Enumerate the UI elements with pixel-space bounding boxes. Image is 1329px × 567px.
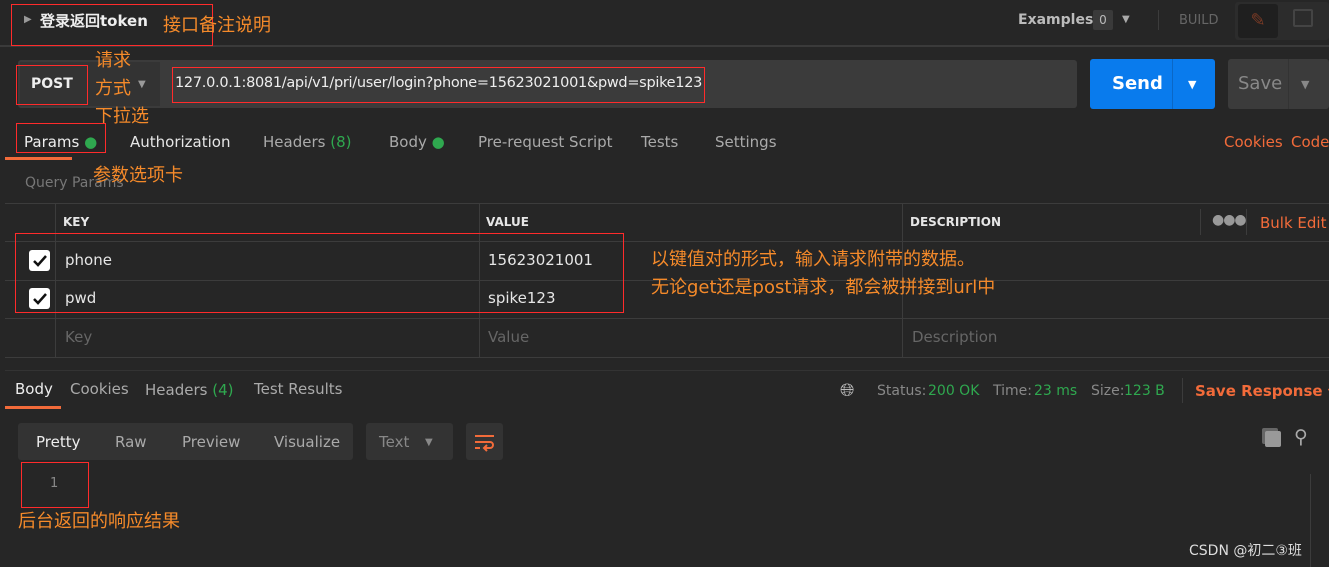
- description-header: DESCRIPTION: [910, 215, 1002, 229]
- view-visualize[interactable]: Visualize: [274, 433, 340, 451]
- tab-label: Headers: [263, 133, 326, 151]
- annotation-box-kv: [15, 233, 624, 313]
- view-pretty[interactable]: Pretty: [36, 433, 81, 451]
- more-options-icon[interactable]: ●●●: [1212, 212, 1247, 228]
- new-value-input[interactable]: Value: [488, 328, 529, 346]
- comments-icon[interactable]: [1293, 9, 1313, 27]
- build-label[interactable]: BUILD: [1179, 13, 1219, 28]
- cookies-link[interactable]: Cookies: [1224, 133, 1283, 151]
- active-tab-underline: [5, 157, 72, 160]
- time-value: 23 ms: [1034, 383, 1078, 399]
- examples-count: 0: [1093, 10, 1113, 30]
- examples-dropdown-icon[interactable]: ▼: [1122, 14, 1130, 25]
- response-tab-cookies[interactable]: Cookies: [70, 380, 129, 398]
- annotation-params: 参数选项卡: [93, 165, 183, 186]
- annotation-box-response: [21, 462, 89, 508]
- tab-settings[interactable]: Settings: [715, 133, 777, 151]
- response-tab-test-results[interactable]: Test Results: [254, 380, 342, 398]
- annotation-method: 方式: [95, 78, 131, 99]
- annotation-box-url: [172, 67, 705, 103]
- search-icon[interactable]: ⚲: [1294, 426, 1308, 448]
- response-tab-underline: [5, 406, 61, 409]
- new-key-input[interactable]: Key: [65, 328, 92, 346]
- save-label: Save: [1238, 73, 1283, 94]
- send-label: Send: [1112, 73, 1163, 94]
- copy-icon[interactable]: [1265, 431, 1281, 447]
- key-header: KEY: [63, 215, 90, 229]
- tab-pre-request-script[interactable]: Pre-request Script: [478, 133, 613, 151]
- annotation-box-params: [16, 123, 106, 153]
- save-response-button[interactable]: Save Response ▼: [1195, 382, 1329, 400]
- status-label: Status:: [877, 383, 927, 399]
- annotation-response: 后台返回的响应结果: [18, 511, 180, 532]
- method-dropdown-icon[interactable]: ▼: [138, 79, 146, 90]
- tab-authorization[interactable]: Authorization: [130, 133, 230, 151]
- tab-body[interactable]: Body ●: [389, 133, 445, 151]
- tab-label: Headers: [145, 381, 208, 399]
- code-link[interactable]: Code: [1291, 133, 1329, 151]
- headers-count: (4): [212, 381, 234, 399]
- watermark: CSDN @初二③班: [1189, 543, 1302, 559]
- status-value: 200 OK: [928, 383, 980, 399]
- examples-label[interactable]: Examples: [1018, 12, 1093, 28]
- annotation-name: 接口备注说明: [163, 15, 271, 36]
- view-preview[interactable]: Preview: [182, 433, 240, 451]
- tab-headers[interactable]: Headers (8): [263, 133, 351, 151]
- edit-pencil-icon[interactable]: ✎: [1238, 4, 1278, 38]
- response-tab-headers[interactable]: Headers (4): [145, 381, 233, 399]
- value-header: VALUE: [486, 215, 529, 229]
- format-dropdown-icon: ▼: [425, 437, 433, 448]
- annotation-kv: 以键值对的形式，输入请求附带的数据。: [651, 249, 975, 270]
- bulk-edit-link[interactable]: Bulk Edit: [1260, 214, 1326, 232]
- size-label: Size:: [1091, 383, 1125, 399]
- annotation-kv: 无论get还是post请求，都会被拼接到url中: [651, 277, 996, 298]
- save-dropdown-icon[interactable]: ▼: [1301, 78, 1309, 91]
- time-label: Time:: [993, 383, 1032, 399]
- body-active-dot: ●: [431, 133, 445, 151]
- tab-tests[interactable]: Tests: [641, 133, 678, 151]
- format-value: Text: [379, 433, 410, 451]
- view-raw[interactable]: Raw: [115, 433, 147, 451]
- send-dropdown-icon[interactable]: ▼: [1188, 78, 1196, 91]
- annotation-method: 请求: [95, 50, 131, 71]
- tab-label: Body: [389, 133, 427, 151]
- globe-icon[interactable]: 🌐︎: [840, 380, 854, 401]
- wrap-lines-icon[interactable]: [466, 423, 503, 460]
- new-description-input[interactable]: Description: [912, 328, 997, 346]
- annotation-box-method: [16, 65, 88, 105]
- save-response-label: Save Response: [1195, 382, 1323, 400]
- response-tab-body[interactable]: Body: [15, 380, 53, 398]
- headers-count: (8): [330, 133, 352, 151]
- size-value: 123 B: [1124, 383, 1165, 399]
